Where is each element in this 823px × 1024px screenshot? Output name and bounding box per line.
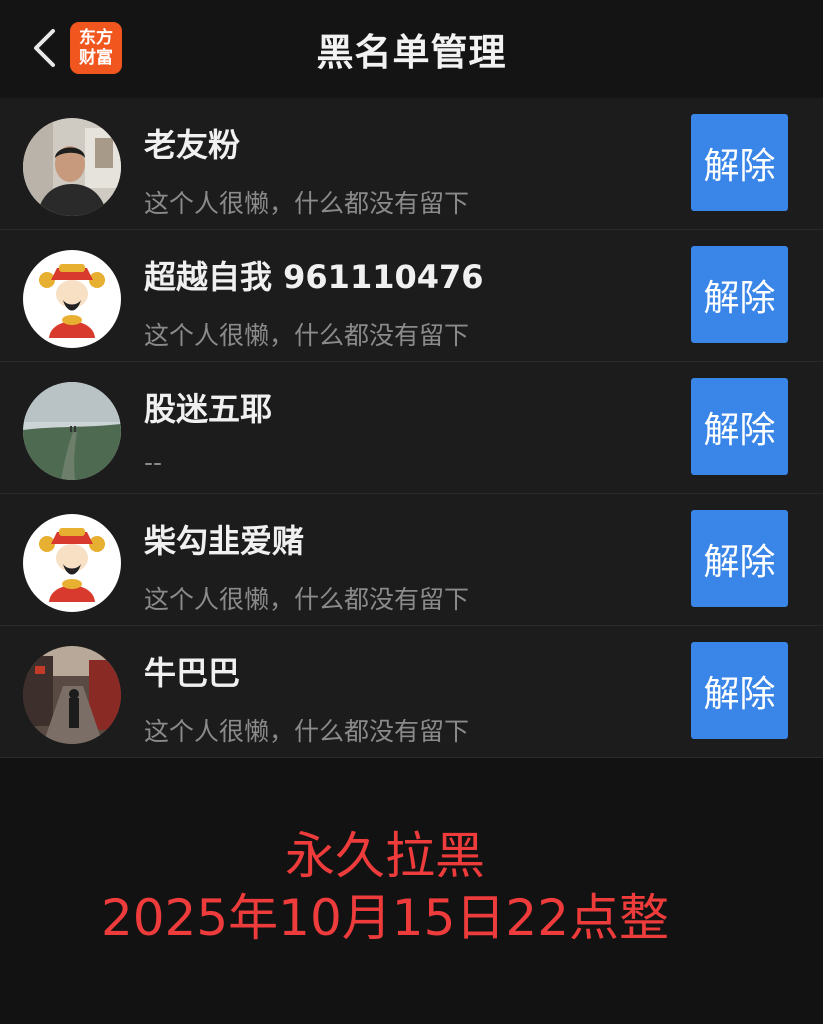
app-logo: 东方 财富 [70, 22, 122, 74]
avatar[interactable] [23, 646, 121, 744]
blacklist-list: 老友粉 这个人很懒，什么都没有留下 解除 超越自我 961110476 这个人很… [0, 98, 823, 758]
street-scene-icon [23, 646, 121, 744]
notice-line-2: 2025年10月15日22点整 [100, 889, 670, 947]
list-item: 老友粉 这个人很懒，什么都没有留下 解除 [0, 98, 823, 230]
unblock-button[interactable]: 解除 [691, 510, 788, 607]
unblock-button[interactable]: 解除 [691, 642, 788, 739]
list-item: 股迷五耶 -- 解除 [0, 362, 823, 494]
logo-text-line1: 东方 [79, 28, 113, 48]
user-name: 柴勾韭爱赌 [144, 522, 305, 560]
user-desc: 这个人很懒，什么都没有留下 [144, 321, 470, 350]
user-desc: -- [144, 448, 163, 477]
fortune-god-icon [23, 250, 121, 348]
user-desc: 这个人很懒，什么都没有留下 [144, 189, 470, 218]
unblock-button[interactable]: 解除 [691, 378, 788, 475]
unblock-button[interactable]: 解除 [691, 114, 788, 211]
list-item: 超越自我 961110476 这个人很懒，什么都没有留下 解除 [0, 230, 823, 362]
page-title: 黑名单管理 [316, 31, 507, 74]
unblock-button[interactable]: 解除 [691, 246, 788, 343]
user-desc: 这个人很懒，什么都没有留下 [144, 717, 470, 746]
logo-text-line2: 财富 [79, 48, 113, 68]
blacklist-page: 东方 财富 黑名单管理 老友粉 这个人很懒，什么都没有留下 解除 超越自我 96… [0, 0, 823, 1024]
user-desc: 这个人很懒，什么都没有留下 [144, 585, 470, 614]
avatar[interactable] [23, 250, 121, 348]
user-name: 老友粉 [144, 126, 241, 164]
avatar[interactable] [23, 382, 121, 480]
list-item: 牛巴巴 这个人很懒，什么都没有留下 解除 [0, 626, 823, 758]
chevron-left-icon [34, 29, 55, 67]
fortune-god-icon [23, 514, 121, 612]
list-item: 柴勾韭爱赌 这个人很懒，什么都没有留下 解除 [0, 494, 823, 626]
landscape-icon [23, 382, 121, 480]
user-name: 牛巴巴 [144, 654, 241, 692]
avatar[interactable] [23, 118, 121, 216]
back-button[interactable] [26, 26, 62, 70]
header-bar: 东方 财富 黑名单管理 [0, 0, 823, 98]
avatar[interactable] [23, 514, 121, 612]
user-name: 股迷五耶 [144, 390, 273, 428]
user-name: 超越自我 961110476 [144, 258, 484, 296]
user-photo-icon [23, 118, 121, 216]
